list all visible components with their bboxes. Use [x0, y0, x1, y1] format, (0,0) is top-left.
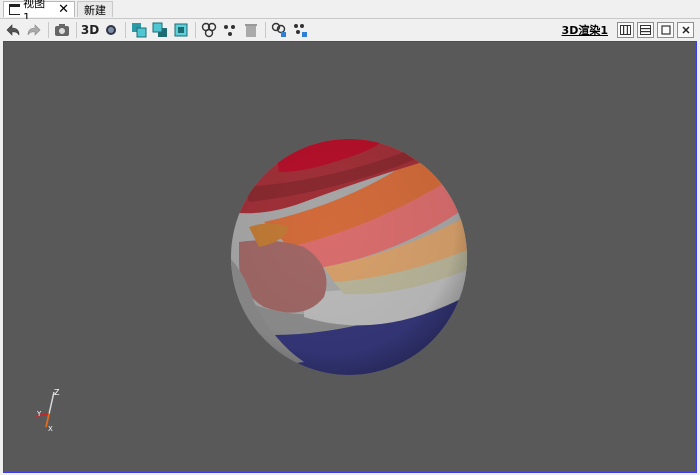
undo-button[interactable] — [3, 20, 23, 40]
toolbar-separator — [76, 22, 77, 38]
sphere-shading — [231, 139, 467, 375]
circles-group-icon — [201, 22, 217, 38]
close-icon[interactable]: ✕ — [58, 3, 69, 16]
redo-button[interactable] — [24, 20, 44, 40]
layer-back-button[interactable] — [150, 20, 170, 40]
group-button[interactable] — [199, 20, 219, 40]
circles-select-icon — [271, 22, 286, 37]
sphere-icon — [106, 25, 116, 35]
close-view-button[interactable] — [677, 22, 694, 38]
toolbar: 3D 3D渲染1 — [0, 19, 700, 41]
window: 视图 1 ✕ 新建 3D 3D渲染1 Z Y X — [0, 0, 700, 475]
split-horizontal-button[interactable] — [637, 22, 654, 38]
layer-merge-button[interactable] — [171, 20, 191, 40]
undo-icon — [6, 24, 20, 36]
split-vertical-button[interactable] — [617, 22, 634, 38]
layers-merge-icon — [174, 23, 188, 37]
y-axis-label: Y — [36, 410, 42, 418]
split-vertical-icon — [620, 25, 631, 35]
3d-viewport[interactable]: Z Y X — [3, 41, 697, 473]
trash-icon — [245, 24, 257, 37]
toolbar-separator — [195, 22, 196, 38]
toolbar-separator — [125, 22, 126, 38]
redo-icon — [27, 24, 41, 36]
close-icon — [681, 26, 690, 34]
points-icon — [224, 25, 235, 36]
tab-new-label: 新建 — [84, 3, 106, 17]
maximize-icon — [660, 25, 671, 35]
tab-bar: 视图 1 ✕ 新建 — [0, 0, 700, 24]
tab-view-1[interactable]: 视图 1 ✕ — [3, 0, 75, 24]
tab-new[interactable]: 新建 — [77, 1, 113, 17]
view-3d-label: 3D — [80, 23, 100, 37]
z-axis-label: Z — [54, 388, 60, 397]
camera-icon — [55, 24, 69, 36]
axis-triad: Z Y X — [35, 388, 60, 433]
points-button[interactable] — [220, 20, 240, 40]
select-points-button[interactable] — [290, 20, 310, 40]
split-horizontal-icon — [640, 25, 651, 35]
layer-front-button[interactable] — [129, 20, 149, 40]
window-icon — [9, 4, 21, 15]
toolbar-right: 3D渲染1 — [562, 19, 694, 41]
delete-button[interactable] — [241, 20, 261, 40]
render-tab-label[interactable]: 3D渲染1 — [562, 22, 608, 38]
layers-front-icon — [132, 23, 147, 38]
select-group-button[interactable] — [269, 20, 289, 40]
3d-scene: Z Y X — [35, 139, 467, 433]
x-axis-label: X — [48, 425, 53, 433]
points-select-icon — [294, 24, 307, 37]
maximize-button[interactable] — [657, 22, 674, 38]
toolbar-separator — [265, 22, 266, 38]
screenshot-button[interactable] — [52, 20, 72, 40]
view-3d-button[interactable]: 3D — [80, 20, 100, 40]
toolbar-separator — [48, 22, 49, 38]
shading-button[interactable] — [101, 20, 121, 40]
layers-back-icon — [152, 22, 167, 37]
